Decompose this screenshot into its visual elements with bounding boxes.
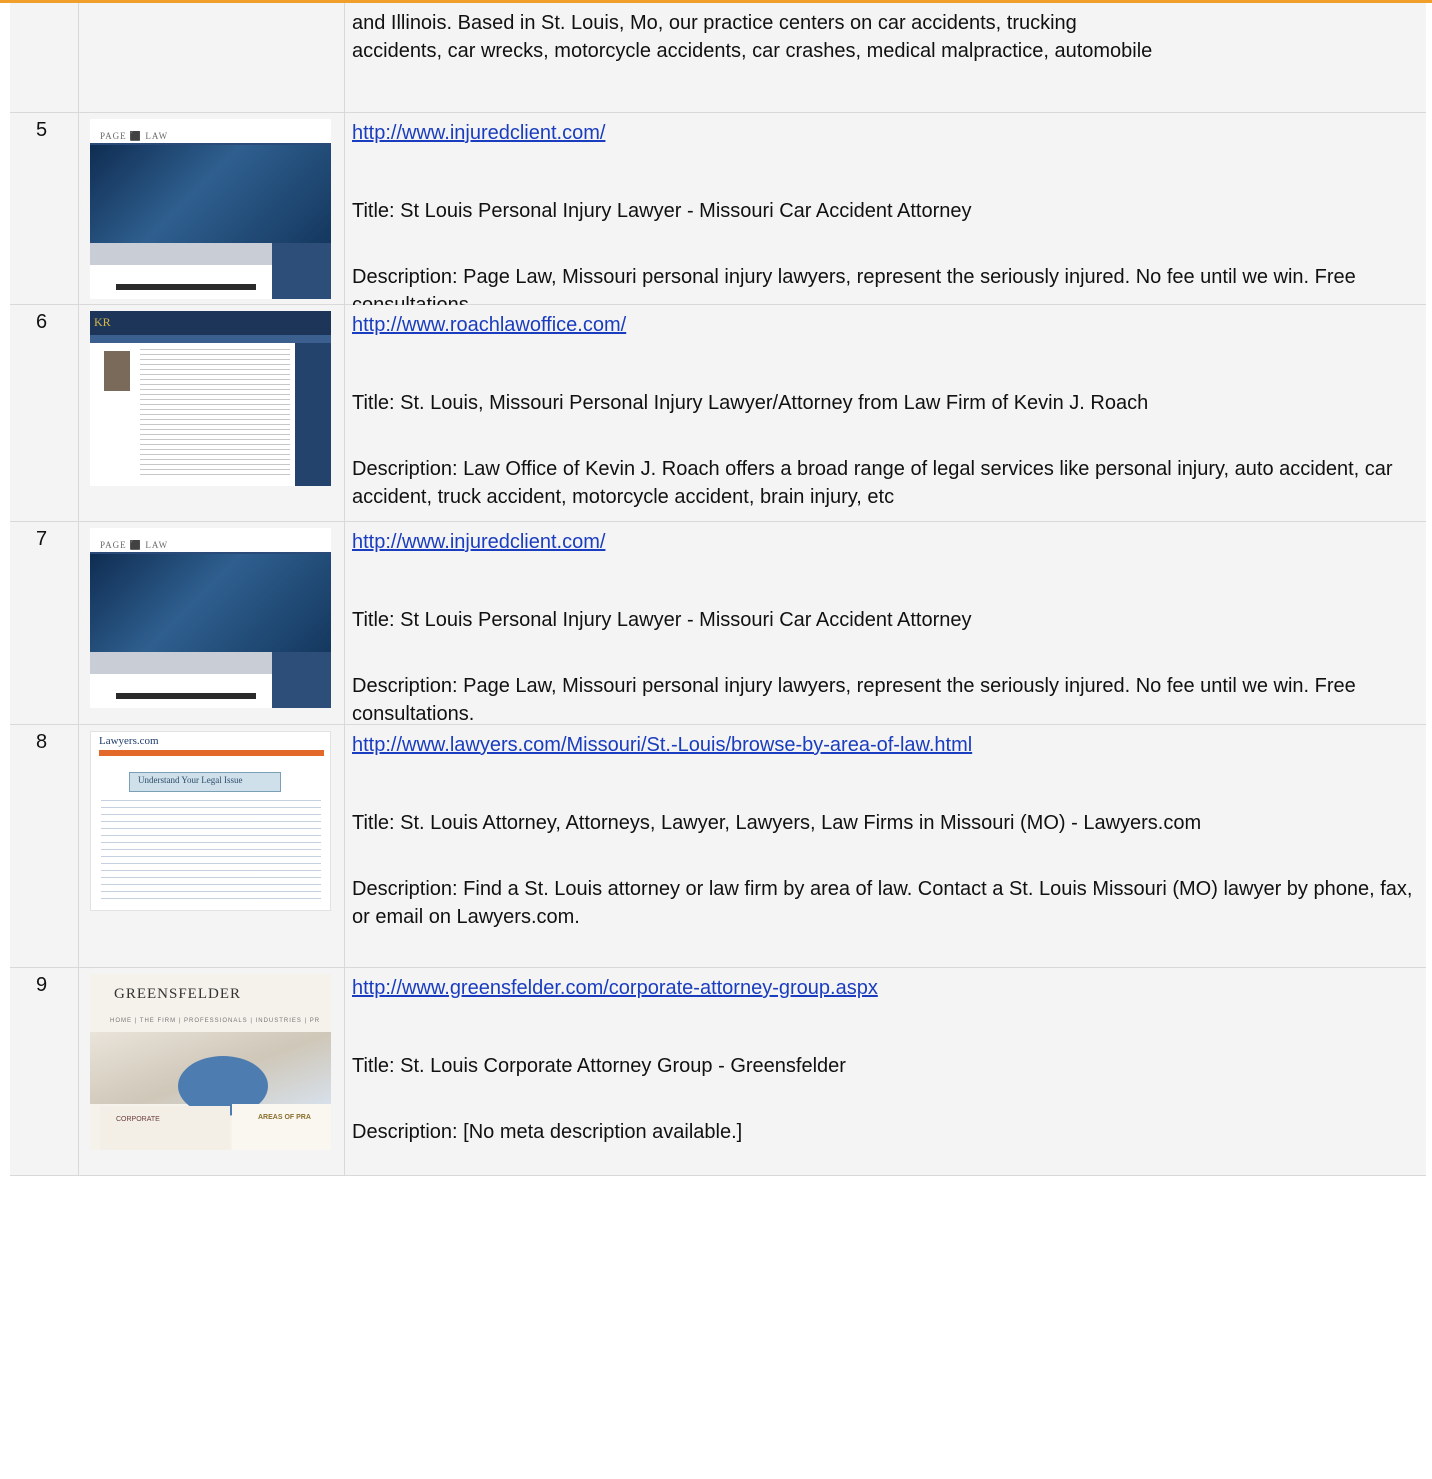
result-description: Description: Find a St. Louis attorney o… (352, 878, 1413, 928)
row-number: 8 (10, 725, 79, 968)
thumbnail-cell: Lawyers.com Understand Your Legal Issue (79, 725, 345, 968)
thumbnail-cell: PAGE ⬛ LAW (79, 522, 345, 725)
site-thumbnail-lawyers-com[interactable]: Lawyers.com Understand Your Legal Issue (90, 731, 331, 911)
partial-row-thumb-cell (79, 3, 345, 113)
result-content: http://www.greensfelder.com/corporate-at… (345, 968, 1426, 1176)
result-url-link[interactable]: http://www.roachlawoffice.com/ (352, 314, 626, 336)
result-description: Description: Page Law, Missouri personal… (352, 675, 1356, 725)
row-number: 9 (10, 968, 79, 1176)
result-content: http://www.lawyers.com/Missouri/St.-Loui… (345, 725, 1426, 968)
partial-description-line-1: and Illinois. Based in St. Louis, Mo, ou… (352, 12, 1077, 34)
result-description: Description: Law Office of Kevin J. Roac… (352, 458, 1393, 508)
result-content: http://www.injuredclient.com/ Title: St … (345, 522, 1426, 725)
row-number: 5 (10, 113, 79, 305)
row-number: 6 (10, 305, 79, 522)
thumbnail-cell: PAGE ⬛ LAW (79, 113, 345, 305)
site-thumbnail-page-law[interactable]: PAGE ⬛ LAW (90, 528, 331, 708)
site-thumbnail-page-law[interactable]: PAGE ⬛ LAW (90, 119, 331, 299)
result-content: http://www.injuredclient.com/ Title: St … (345, 113, 1426, 316)
result-url-link[interactable]: http://www.injuredclient.com/ (352, 122, 605, 144)
partial-row-number-cell (10, 3, 79, 113)
thumbnail-cell: KR (79, 305, 345, 522)
result-url-link[interactable]: http://www.injuredclient.com/ (352, 531, 605, 553)
partial-row-content: and Illinois. Based in St. Louis, Mo, ou… (345, 3, 1426, 113)
result-content: http://www.roachlawoffice.com/ Title: St… (345, 305, 1426, 522)
result-url-link[interactable]: http://www.greensfelder.com/corporate-at… (352, 977, 878, 999)
result-title: Title: St Louis Personal Injury Lawyer -… (352, 200, 972, 222)
site-thumbnail-roach-law[interactable]: KR (90, 311, 331, 486)
result-title: Title: St. Louis Corporate Attorney Grou… (352, 1055, 846, 1077)
result-url-link[interactable]: http://www.lawyers.com/Missouri/St.-Loui… (352, 734, 972, 756)
result-description: Description: [No meta description availa… (352, 1121, 743, 1143)
partial-description-line-2: accidents, car wrecks, motorcycle accide… (352, 40, 1153, 62)
result-title: Title: St Louis Personal Injury Lawyer -… (352, 609, 972, 631)
result-title: Title: St. Louis, Missouri Personal Inju… (352, 392, 1149, 414)
result-title: Title: St. Louis Attorney, Attorneys, La… (352, 812, 1202, 834)
row-number: 7 (10, 522, 79, 725)
results-table: and Illinois. Based in St. Louis, Mo, ou… (10, 3, 1426, 1176)
site-thumbnail-greensfelder[interactable]: GREENSFELDER HOME | THE FIRM | PROFESSIO… (90, 974, 331, 1150)
thumbnail-cell: GREENSFELDER HOME | THE FIRM | PROFESSIO… (79, 968, 345, 1176)
